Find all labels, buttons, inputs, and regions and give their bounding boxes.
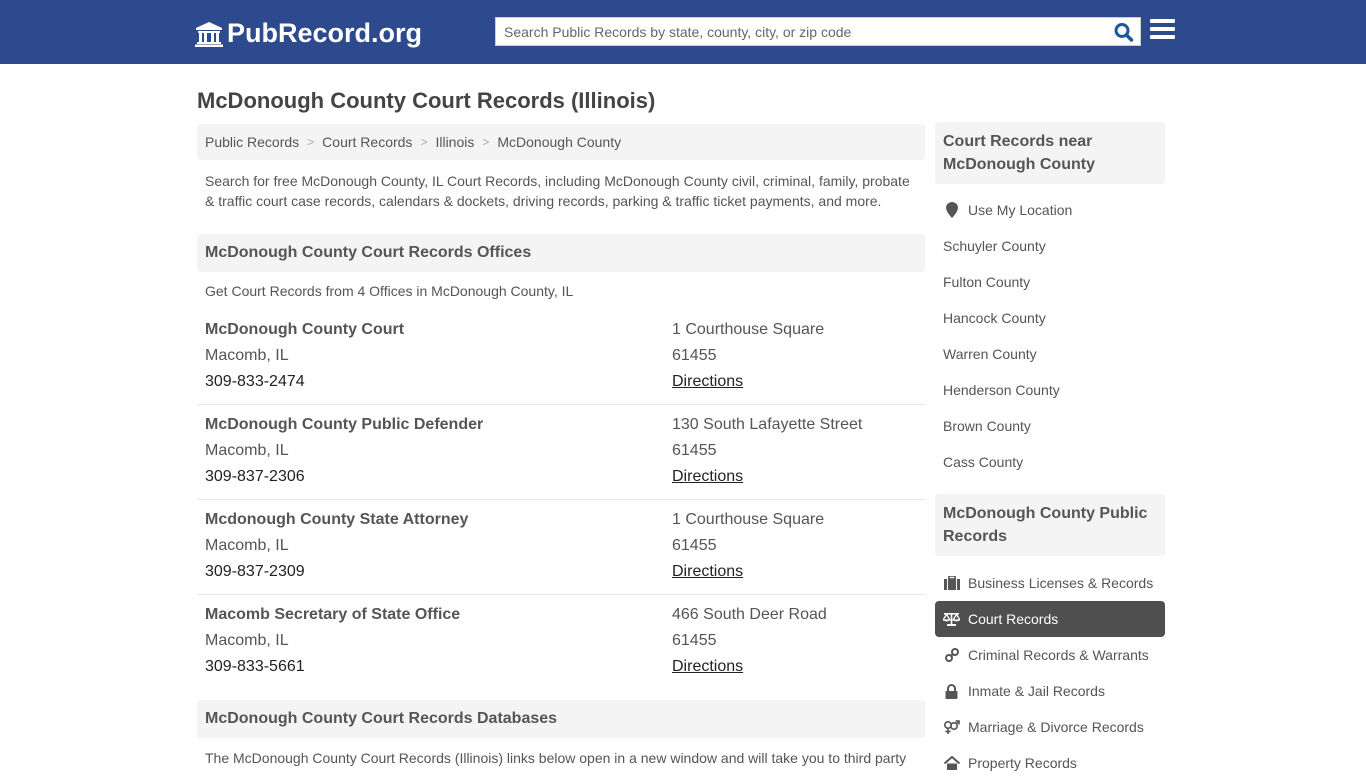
- breadcrumb: Public Records > Court Records > Illinoi…: [197, 124, 925, 160]
- office-zip: 61455: [672, 537, 717, 554]
- databases-heading: McDonough County Court Records Databases: [197, 700, 925, 738]
- nearby-county-link[interactable]: Hancock County: [935, 300, 1165, 336]
- office-address: 466 South Deer Road: [672, 606, 827, 623]
- search-bar: [495, 17, 1141, 46]
- nearby-county-link[interactable]: Brown County: [935, 408, 1165, 444]
- nearby-county-link[interactable]: Henderson County: [935, 372, 1165, 408]
- office-phone[interactable]: 309-837-2309: [205, 559, 672, 585]
- breadcrumb-court-records[interactable]: Court Records: [322, 134, 412, 150]
- breadcrumb-separator: >: [482, 135, 490, 149]
- databases-intro: The McDonough County Court Records (Illi…: [205, 750, 907, 766]
- category-label: Business Licenses & Records: [968, 575, 1154, 591]
- offices-subheading: Get Court Records from 4 Offices in McDo…: [205, 283, 574, 299]
- search-icon: [1114, 23, 1134, 42]
- use-my-location-link[interactable]: Use My Location: [935, 192, 1165, 228]
- breadcrumb-public-records[interactable]: Public Records: [205, 134, 299, 150]
- main-content: Public Records > Court Records > Illinoi…: [197, 124, 925, 768]
- office-item: McDonough County Court Macomb, IL 309-83…: [197, 312, 925, 405]
- handcuffs-icon: [944, 648, 959, 662]
- category-business-licenses[interactable]: Business Licenses & Records: [935, 565, 1165, 601]
- office-phone[interactable]: 309-833-5661: [205, 654, 672, 680]
- courthouse-icon: [195, 21, 223, 47]
- category-label: Inmate & Jail Records: [968, 683, 1105, 699]
- office-name: Macomb Secretary of State Office: [205, 606, 461, 623]
- category-label: Criminal Records & Warrants: [968, 647, 1149, 663]
- office-city: Macomb, IL: [205, 442, 289, 459]
- page-title: McDonough County Court Records (Illinois…: [197, 88, 656, 113]
- category-marriage-records[interactable]: Marriage & Divorce Records: [935, 709, 1165, 745]
- category-criminal-records[interactable]: Criminal Records & Warrants: [935, 637, 1165, 673]
- office-phone[interactable]: 309-837-2306: [205, 464, 672, 490]
- category-court-records[interactable]: Court Records: [935, 601, 1165, 637]
- nearby-county-link[interactable]: Schuyler County: [935, 228, 1165, 264]
- breadcrumb-illinois[interactable]: Illinois: [435, 134, 474, 150]
- public-records-list: Business Licenses & Records Court Record…: [935, 556, 1165, 781]
- directions-link[interactable]: Directions: [672, 468, 743, 485]
- site-header: PubRecord.org: [0, 0, 1366, 64]
- office-phone[interactable]: 309-833-2474: [205, 369, 672, 395]
- breadcrumb-separator: >: [307, 135, 315, 149]
- menu-bar-icon: [1150, 27, 1175, 31]
- search-input[interactable]: [496, 18, 1096, 45]
- nearby-list: Use My Location Schuyler County Fulton C…: [935, 184, 1165, 494]
- office-name: McDonough County Court: [205, 321, 405, 338]
- office-item: Mcdonough County State Attorney Macomb, …: [197, 500, 925, 595]
- office-zip: 61455: [672, 632, 717, 649]
- lock-icon: [945, 683, 958, 699]
- gender-icon: [943, 719, 960, 734]
- logo-text: PubRecord.org: [227, 18, 423, 48]
- site-logo[interactable]: PubRecord.org: [195, 18, 422, 49]
- category-label: Marriage & Divorce Records: [968, 719, 1144, 735]
- briefcase-icon: [943, 576, 960, 590]
- office-item: Macomb Secretary of State Office Macomb,…: [197, 595, 925, 690]
- office-city: Macomb, IL: [205, 347, 289, 364]
- menu-bar-icon: [1150, 35, 1175, 39]
- office-address: 1 Courthouse Square: [672, 511, 825, 528]
- category-inmate-records[interactable]: Inmate & Jail Records: [935, 673, 1165, 709]
- office-item: McDonough County Public Defender Macomb,…: [197, 405, 925, 500]
- use-my-location-label: Use My Location: [968, 202, 1073, 218]
- offices-heading: McDonough County Court Records Offices: [197, 234, 925, 272]
- sidebar: Court Records near McDonough County Use …: [935, 122, 1165, 781]
- nearby-county-link[interactable]: Cass County: [935, 444, 1165, 480]
- office-name: Mcdonough County State Attorney: [205, 511, 469, 528]
- category-label: Court Records: [968, 611, 1059, 627]
- directions-link[interactable]: Directions: [672, 373, 743, 390]
- office-city: Macomb, IL: [205, 632, 289, 649]
- nearby-county-link[interactable]: Fulton County: [935, 264, 1165, 300]
- office-zip: 61455: [672, 347, 717, 364]
- breadcrumb-mcdonough-county[interactable]: McDonough County: [497, 134, 621, 150]
- breadcrumb-separator: >: [420, 135, 428, 149]
- nearby-county-link[interactable]: Warren County: [935, 336, 1165, 372]
- nearby-heading: Court Records near McDonough County: [935, 122, 1165, 184]
- map-marker-icon: [945, 202, 958, 218]
- search-button[interactable]: [1113, 22, 1135, 42]
- office-address: 1 Courthouse Square: [672, 321, 825, 338]
- category-property-records[interactable]: Property Records: [935, 745, 1165, 781]
- scales-icon: [943, 613, 960, 626]
- intro-text: Search for free McDonough County, IL Cou…: [205, 173, 910, 209]
- office-city: Macomb, IL: [205, 537, 289, 554]
- directions-link[interactable]: Directions: [672, 563, 743, 580]
- office-name: McDonough County Public Defender: [205, 416, 484, 433]
- office-address: 130 South Lafayette Street: [672, 416, 863, 433]
- office-zip: 61455: [672, 442, 717, 459]
- public-records-heading: McDonough County Public Records: [935, 494, 1165, 556]
- menu-bar-icon: [1150, 19, 1175, 23]
- hamburger-menu-button[interactable]: [1150, 19, 1175, 43]
- directions-link[interactable]: Directions: [672, 658, 743, 675]
- category-label: Property Records: [968, 755, 1077, 771]
